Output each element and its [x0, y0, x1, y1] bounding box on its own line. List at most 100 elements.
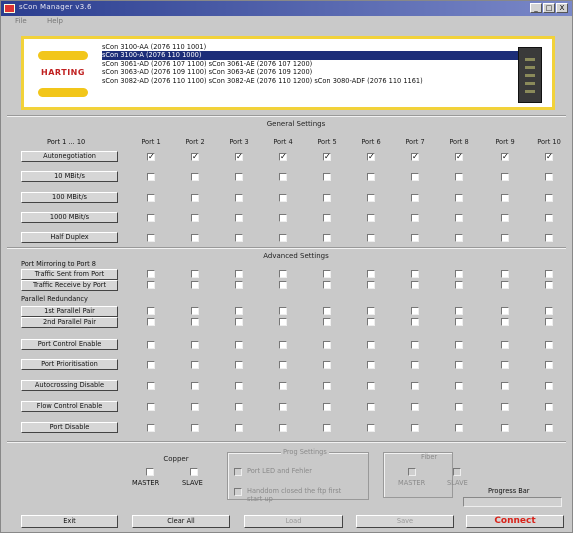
port-checkbox[interactable] [501, 341, 509, 349]
port-checkbox[interactable]: ✓ [455, 153, 463, 161]
port-checkbox[interactable] [455, 234, 463, 242]
port-checkbox[interactable] [367, 403, 375, 411]
port-checkbox[interactable] [147, 173, 155, 181]
port-checkbox[interactable] [455, 270, 463, 278]
device-list[interactable]: sCon 3100-AA (2076 110 1001) sCon 3100-A… [102, 43, 528, 85]
port-checkbox[interactable] [455, 361, 463, 369]
port-checkbox[interactable] [235, 307, 243, 315]
port-checkbox[interactable] [501, 270, 509, 278]
general-row-button[interactable]: 1000 MBit/s [21, 212, 118, 223]
port-checkbox[interactable] [147, 234, 155, 242]
port-checkbox[interactable] [367, 382, 375, 390]
general-row-button[interactable]: 100 MBit/s [21, 192, 118, 203]
port-checkbox[interactable] [501, 403, 509, 411]
port-checkbox[interactable] [235, 214, 243, 222]
port-checkbox[interactable] [147, 194, 155, 202]
port-checkbox[interactable] [323, 307, 331, 315]
port-checkbox[interactable] [455, 382, 463, 390]
port-checkbox[interactable] [411, 307, 419, 315]
port-checkbox[interactable] [323, 382, 331, 390]
port-checkbox[interactable] [147, 403, 155, 411]
port-checkbox[interactable] [367, 361, 375, 369]
clear-all-button[interactable]: Clear All [132, 515, 230, 528]
copper-slave-checkbox[interactable] [190, 468, 198, 476]
menu-help[interactable]: Help [47, 17, 63, 25]
port-checkbox[interactable] [367, 424, 375, 432]
port-checkbox[interactable] [455, 194, 463, 202]
port-checkbox[interactable] [235, 234, 243, 242]
port-checkbox[interactable] [455, 214, 463, 222]
port-checkbox[interactable] [235, 382, 243, 390]
port-checkbox[interactable] [147, 341, 155, 349]
port-checkbox[interactable] [411, 194, 419, 202]
port-checkbox[interactable] [411, 214, 419, 222]
device-item[interactable]: sCon 3061-AD (2076 107 1100) sCon 3061-A… [102, 60, 528, 68]
port-checkbox[interactable] [367, 341, 375, 349]
port-checkbox[interactable] [501, 173, 509, 181]
port-checkbox[interactable] [235, 281, 243, 289]
port-checkbox[interactable]: ✓ [191, 153, 199, 161]
port-checkbox[interactable] [501, 361, 509, 369]
general-row-button[interactable]: Half Duplex [21, 232, 118, 243]
port-checkbox[interactable] [545, 270, 553, 278]
port-checkbox[interactable] [279, 234, 287, 242]
port-checkbox[interactable]: ✓ [501, 153, 509, 161]
port-checkbox[interactable] [147, 307, 155, 315]
port-checkbox[interactable] [147, 361, 155, 369]
port-checkbox[interactable] [147, 382, 155, 390]
device-item[interactable]: sCon 3082-AD (2076 110 1100) sCon 3082-A… [102, 77, 528, 85]
port-checkbox[interactable] [501, 234, 509, 242]
close-button[interactable]: X [556, 3, 568, 13]
port-checkbox[interactable] [147, 214, 155, 222]
port-checkbox[interactable] [501, 281, 509, 289]
device-item[interactable]: sCon 3100-AA (2076 110 1001) [102, 43, 528, 51]
port-checkbox[interactable] [191, 281, 199, 289]
port-checkbox[interactable] [191, 214, 199, 222]
port-checkbox[interactable] [147, 281, 155, 289]
port-checkbox[interactable] [191, 361, 199, 369]
fiber-master-checkbox[interactable] [408, 468, 416, 476]
port-checkbox[interactable] [323, 270, 331, 278]
port-checkbox[interactable] [279, 424, 287, 432]
port-checkbox[interactable] [279, 307, 287, 315]
port-checkbox[interactable] [455, 173, 463, 181]
save-button[interactable]: Save [356, 515, 454, 528]
port-checkbox[interactable] [367, 307, 375, 315]
mirroring-row-button[interactable]: Traffic Receive by Port [21, 280, 118, 291]
port-checkbox[interactable] [279, 194, 287, 202]
port-checkbox[interactable] [367, 234, 375, 242]
port-checkbox[interactable] [235, 424, 243, 432]
advanced-row-button[interactable]: Autocrossing Disable [21, 380, 118, 391]
port-checkbox[interactable] [191, 403, 199, 411]
port-checkbox[interactable] [191, 424, 199, 432]
port-checkbox[interactable] [501, 307, 509, 315]
port-checkbox[interactable] [411, 318, 419, 326]
maximize-button[interactable]: □ [543, 3, 555, 13]
port-checkbox[interactable] [323, 234, 331, 242]
port-checkbox[interactable] [235, 173, 243, 181]
port-checkbox[interactable] [279, 318, 287, 326]
port-checkbox[interactable] [545, 341, 553, 349]
port-checkbox[interactable] [501, 194, 509, 202]
port-checkbox[interactable] [367, 281, 375, 289]
port-checkbox[interactable] [323, 318, 331, 326]
port-checkbox[interactable] [455, 281, 463, 289]
port-checkbox[interactable] [235, 194, 243, 202]
port-checkbox[interactable] [545, 307, 553, 315]
port-checkbox[interactable] [235, 361, 243, 369]
port-checkbox[interactable] [455, 307, 463, 315]
port-checkbox[interactable] [323, 214, 331, 222]
port-checkbox[interactable]: ✓ [411, 153, 419, 161]
port-checkbox[interactable] [545, 361, 553, 369]
port-checkbox[interactable] [279, 214, 287, 222]
load-button[interactable]: Load [244, 515, 343, 528]
port-checkbox[interactable] [367, 318, 375, 326]
port-checkbox[interactable] [323, 361, 331, 369]
connect-button[interactable]: Connect [466, 515, 564, 528]
port-checkbox[interactable] [191, 194, 199, 202]
port-checkbox[interactable] [411, 382, 419, 390]
port-checkbox[interactable] [545, 403, 553, 411]
port-checkbox[interactable] [455, 318, 463, 326]
port-checkbox[interactable] [501, 318, 509, 326]
prog-led-checkbox[interactable] [234, 468, 242, 476]
